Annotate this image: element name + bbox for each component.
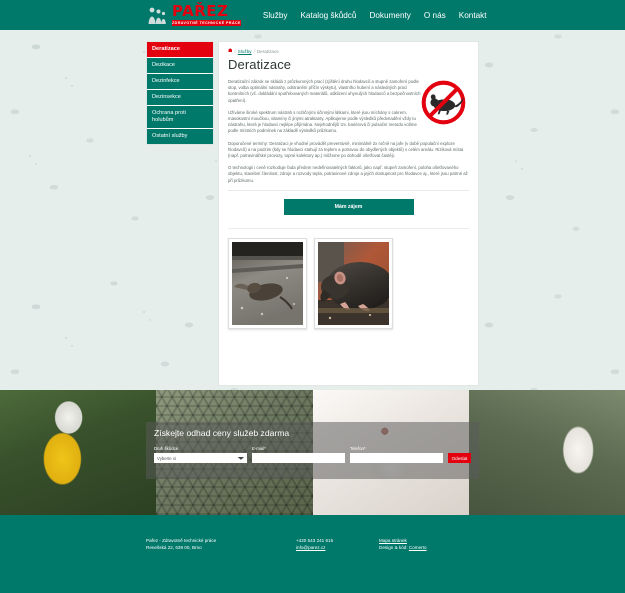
hero-photo-technician-spraying bbox=[468, 390, 625, 515]
footer-address: Renešská 22, 639 00, Brno bbox=[146, 545, 202, 550]
article-body: Deratizační zákrok se skládá z průzkumný… bbox=[228, 79, 469, 184]
main-content-card: ☗ / Služby / Deratizace Deratizace Derat… bbox=[218, 41, 479, 386]
footer-credit-prefix: Design & kód: bbox=[379, 545, 409, 550]
footer-links-column: Mapa stránek Design & kód: Comerto bbox=[379, 537, 479, 551]
footer-columns: Pařez - Zdravotně technické práce Renešs… bbox=[146, 537, 479, 551]
logo-text-block: PAŘEZ ZDRAVOTNĚ TECHNICKÉ PRÁCE bbox=[172, 4, 241, 26]
cta-row: Mám zájem bbox=[228, 198, 469, 215]
pest-field-label: Druh škůdce bbox=[154, 446, 179, 451]
footer-email-link[interactable]: info@parez.cz bbox=[296, 545, 325, 550]
odeslat-submit-button[interactable]: Odeslat bbox=[448, 453, 471, 463]
hero-quote-band: Získejte odhad ceny služeb zdarma Druh š… bbox=[0, 390, 625, 515]
logo-family-silhouette-icon bbox=[146, 4, 168, 26]
paragraph-block-3: Doporučené termíny: Deratizaci je vhodné… bbox=[228, 141, 469, 160]
paragraph-block-4: O technologii i ceně rozhoduje řada před… bbox=[228, 165, 469, 184]
quote-form-heading: Získejte odhad ceny služeb zdarma bbox=[154, 428, 290, 438]
header-inner: PAŘEZ ZDRAVOTNĚ TECHNICKÉ PRÁCE Služby K… bbox=[0, 4, 625, 26]
main-navigation: Služby Katalog škůdců Dokumenty O nás Ko… bbox=[263, 11, 487, 20]
footer-company-column: Pařez - Zdravotně technické práce Renešs… bbox=[146, 537, 296, 551]
pest-field-group: Druh škůdce Vyberte si bbox=[154, 446, 247, 463]
email-field-group: E-mail* bbox=[252, 446, 345, 463]
logo-tagline: ZDRAVOTNĚ TECHNICKÉ PRÁCE bbox=[172, 20, 241, 26]
phone-input[interactable] bbox=[350, 453, 443, 463]
article-paragraph-2: Užíváme široké spektrum nástrah s rozlič… bbox=[228, 109, 417, 134]
mam-zajem-button[interactable]: Mám zájem bbox=[283, 198, 414, 215]
photo-dead-rodent-on-concrete bbox=[232, 241, 303, 325]
email-field-label: E-mail* bbox=[252, 446, 266, 451]
nav-item-katalog-skudcu[interactable]: Katalog škůdců bbox=[300, 11, 356, 20]
sidebar-item-dezinfekce[interactable]: Dezinfekce bbox=[147, 74, 213, 90]
phone-field-group: Telefon* bbox=[350, 446, 443, 463]
logo-wordmark: PAŘEZ bbox=[172, 2, 229, 20]
nav-item-o-nas[interactable]: O nás bbox=[424, 11, 446, 20]
content-wrapper: Deratizace Dezikace Dezinfekce Dezinsekc… bbox=[0, 30, 625, 390]
sidebar-item-deratizace[interactable]: Deratizace bbox=[147, 42, 213, 58]
paragraph-block-2: Užíváme široké spektrum nástrah s rozlič… bbox=[228, 110, 424, 135]
footer-phone: +420 543 241 615 bbox=[296, 538, 334, 543]
footer-email-line: info@parez.cz bbox=[296, 544, 379, 551]
footer-credit-line: Design & kód: Comerto bbox=[379, 544, 479, 551]
breadcrumb-separator-1: / bbox=[234, 49, 236, 54]
hero-photo-beekeeper bbox=[0, 390, 157, 515]
breadcrumb-current: Deratizace bbox=[256, 49, 279, 54]
page-title: Deratizace bbox=[228, 57, 292, 72]
gallery-thumbnail-1[interactable] bbox=[228, 237, 307, 329]
email-input[interactable] bbox=[252, 453, 345, 463]
sidebar-item-ochrana-holubum[interactable]: Ochrana proti holubům bbox=[147, 106, 213, 129]
sidebar-item-ostatni-sluzby[interactable]: Ostatní služby bbox=[147, 129, 213, 144]
breadcrumb: ☗ / Služby / Deratizace bbox=[228, 49, 469, 55]
gallery-thumbnail-2[interactable] bbox=[314, 237, 393, 329]
services-sidebar: Deratizace Dezikace Dezinfekce Dezinsekc… bbox=[146, 41, 214, 145]
photo-rat-closeup bbox=[318, 241, 389, 325]
footer-company-name: Pařez - Zdravotně technické práce bbox=[146, 538, 217, 543]
sidebar-item-dezinsekce[interactable]: Dezinsekce bbox=[147, 90, 213, 106]
breadcrumb-separator-2: / bbox=[253, 49, 255, 54]
content-divider bbox=[228, 189, 469, 191]
site-footer: Pařez - Zdravotně technické práce Renešs… bbox=[0, 515, 625, 593]
nav-item-dokumenty[interactable]: Dokumenty bbox=[369, 11, 410, 20]
nav-item-sluzby[interactable]: Služby bbox=[263, 11, 288, 20]
quote-form: Druh škůdce Vyberte si E-mail* Telefon* … bbox=[154, 446, 471, 463]
site-header: PAŘEZ ZDRAVOTNĚ TECHNICKÉ PRÁCE Služby K… bbox=[0, 0, 625, 30]
quote-form-overlay: Získejte odhad ceny služeb zdarma Druh š… bbox=[146, 422, 479, 479]
nav-item-kontakt[interactable]: Kontakt bbox=[459, 11, 487, 20]
phone-field-label: Telefon* bbox=[350, 446, 366, 451]
sidebar-item-dezikace[interactable]: Dezikace bbox=[147, 58, 213, 74]
site-logo[interactable]: PAŘEZ ZDRAVOTNĚ TECHNICKÉ PRÁCE bbox=[146, 4, 241, 26]
footer-contact-column: +420 543 241 615 info@parez.cz bbox=[296, 537, 379, 551]
article-paragraph-1: Deratizační zákrok se skládá z průzkumný… bbox=[228, 79, 421, 103]
footer-sitemap-link[interactable]: Mapa stránek bbox=[379, 538, 407, 543]
paragraph-block-1: Deratizační zákrok se skládá z průzkumný… bbox=[228, 79, 424, 104]
article-paragraph-3: Doporučené termíny: Deratizaci je vhodné… bbox=[228, 140, 464, 159]
footer-credit-link[interactable]: Comerto bbox=[409, 545, 427, 550]
photo-gallery bbox=[228, 227, 469, 329]
home-icon[interactable]: ☗ bbox=[228, 49, 232, 54]
no-rodents-prohibition-icon bbox=[421, 80, 466, 125]
pest-type-select[interactable]: Vyberte si bbox=[154, 453, 247, 463]
article-paragraph-4: O technologii i ceně rozhoduje řada před… bbox=[228, 165, 468, 183]
breadcrumb-link-sluzby[interactable]: Služby bbox=[238, 49, 252, 54]
footer-sitemap-line: Mapa stránek bbox=[379, 537, 479, 544]
